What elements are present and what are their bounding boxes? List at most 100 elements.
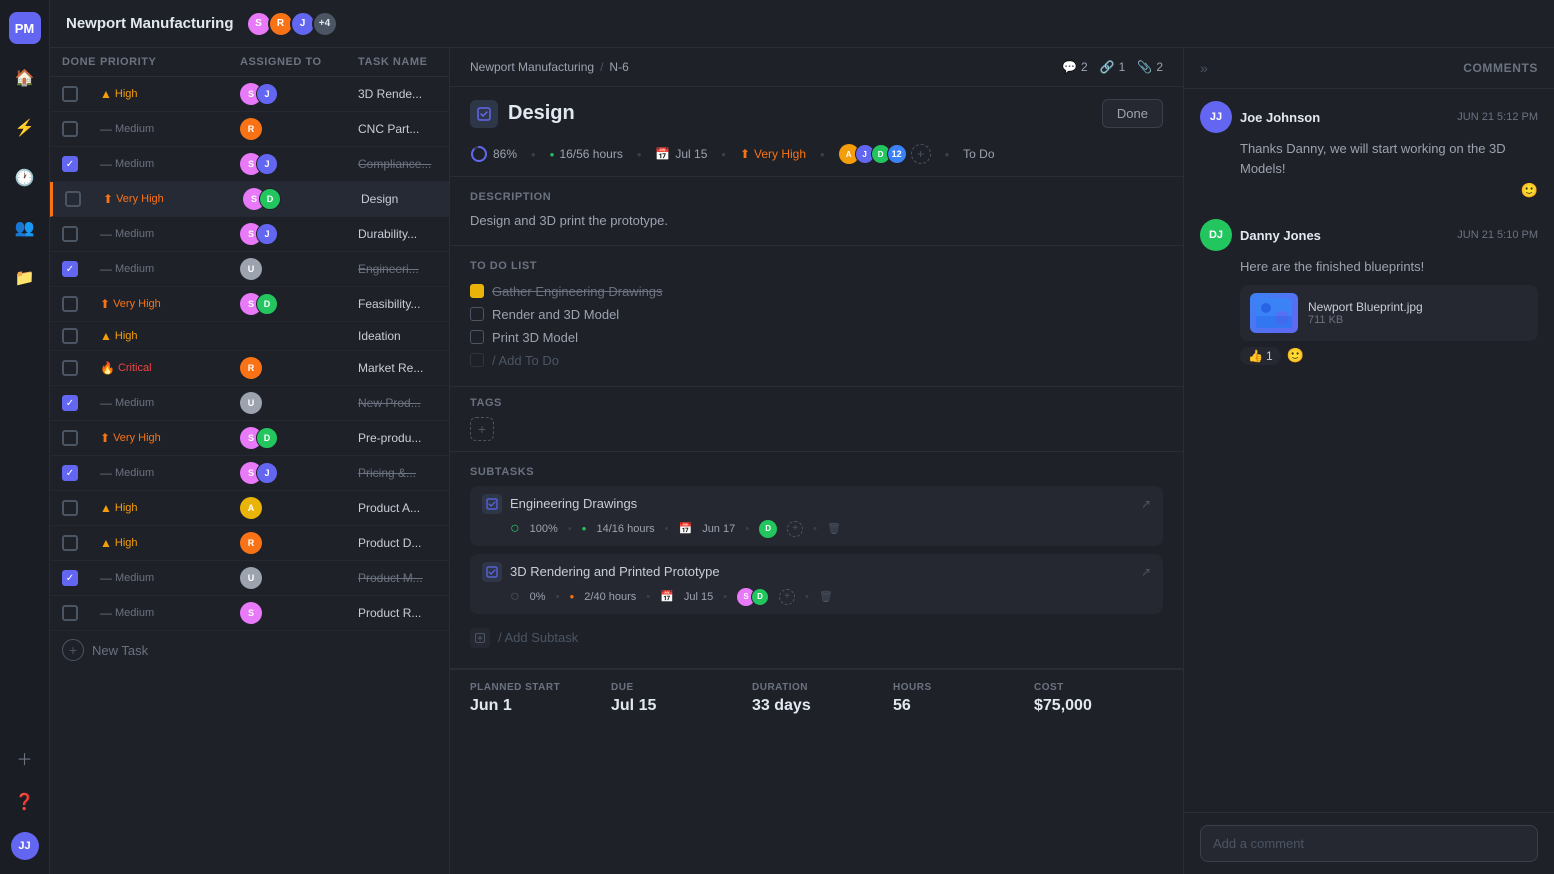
table-row[interactable]: — Medium R CNC Part... [50,112,449,147]
row-checkbox[interactable] [62,605,78,621]
table-row[interactable]: ⬆ Very High S D Design [50,182,449,217]
priority-icon: ⬆ [103,192,113,206]
task-name: Feasibility... [358,297,437,311]
todo-checkbox[interactable] [470,284,484,298]
subtask-external-link[interactable]: ↗ [1141,497,1151,511]
comment-header: DJ Danny Jones JUN 21 5:10 PM [1200,219,1538,251]
priority-badge: — Medium [100,262,232,276]
subtask-hours: 2/40 hours [584,591,636,603]
breadcrumb-task-id[interactable]: N-6 [609,60,628,74]
row-checkbox[interactable] [65,191,81,207]
row-checkbox[interactable] [62,226,78,242]
detail-title-row: Design Done [450,87,1183,136]
comment-input[interactable] [1200,825,1538,862]
row-checkbox[interactable] [62,535,78,551]
row-checkbox[interactable] [62,121,78,137]
comment-item: DJ Danny Jones JUN 21 5:10 PM Here are t… [1200,219,1538,365]
table-row[interactable]: ⬆ Very High S D Feasibility... [50,287,449,322]
add-tag-button[interactable]: + [470,417,494,441]
attachments-count[interactable]: 📎 2 [1137,60,1163,74]
calendar-icon-2: 📅 [678,522,692,535]
table-row[interactable]: ▲ High R Product D... [50,526,449,561]
sidebar-help[interactable]: ❓ [9,786,41,818]
table-row[interactable]: ▲ High Ideation [50,322,449,351]
assignee-avatar: S [240,602,262,624]
priority-arrow-icon: ⬆ [740,147,750,161]
row-checkbox[interactable]: ✓ [62,261,78,277]
done-button[interactable]: Done [1102,99,1163,128]
todo-checkbox[interactable] [470,330,484,344]
table-row[interactable]: ✓ — Medium S J Pricing &... [50,456,449,491]
priority-icon: — [100,262,112,276]
row-checkbox[interactable]: ✓ [62,156,78,172]
sidebar-user[interactable]: JJ [9,830,41,862]
reaction-thumbsup[interactable]: 👍 1 [1240,347,1281,365]
table-row[interactable]: — Medium S Product R... [50,596,449,631]
table-row[interactable]: — Medium S J Durability... [50,217,449,252]
links-count[interactable]: 🔗 1 [1100,60,1126,74]
add-todo-button[interactable]: / Add To Do [470,349,1163,372]
comments-title: COMMENTS [1463,61,1538,75]
task-name: Ideation [358,329,437,343]
subtask-delete-icon[interactable]: 🗑 [819,590,833,603]
assignee-avatars: S [240,602,350,624]
subtask-add-assignee[interactable]: + [787,521,803,537]
priority-icon: ▲ [100,87,112,101]
table-row[interactable]: 🔥 Critical R Market Re... [50,351,449,386]
priority-text: Medium [115,607,154,619]
sidebar-activity[interactable]: ⚡ [9,112,41,144]
sidebar-history[interactable]: 🕐 [9,162,41,194]
row-checkbox[interactable]: ✓ [62,395,78,411]
comments-count[interactable]: 💬 2 [1062,60,1088,74]
table-row[interactable]: ▲ High S J 3D Rende... [50,77,449,112]
sidebar-files[interactable]: 📁 [9,262,41,294]
sidebar-team[interactable]: 👥 [9,212,41,244]
task-name: 3D Rende... [358,87,437,101]
subtask-external-link[interactable]: ↗ [1141,565,1151,579]
col-assigned: ASSIGNED TO [240,56,350,68]
add-task-button[interactable]: + New Task [50,631,449,669]
breadcrumb-project[interactable]: Newport Manufacturing [470,60,594,74]
assignee-avatars: S J [240,83,350,105]
row-checkbox[interactable]: ✓ [62,570,78,586]
stat-duration-value: 33 days [752,697,881,715]
todo-checkbox[interactable] [470,307,484,321]
add-reaction-button[interactable]: 🙂 [1287,347,1304,364]
description-text: Design and 3D print the prototype. [470,211,1163,231]
comments-header: » COMMENTS [1184,48,1554,89]
add-assignee-button[interactable]: + [911,144,931,164]
table-row[interactable]: ✓ — Medium U Engineeri... [50,252,449,287]
row-checkbox[interactable] [62,430,78,446]
todo-item: Gather Engineering Drawings [470,280,1163,303]
add-subtask-button[interactable]: / Add Subtask [470,622,1163,654]
task-name: Product R... [358,606,437,620]
stat-due-value: Jul 15 [611,697,740,715]
assignee-avatar: U [240,392,262,414]
row-checkbox[interactable] [62,328,78,344]
add-reaction-button[interactable]: 🙂 [1521,182,1538,199]
table-row[interactable]: ✓ — Medium U Product M... [50,561,449,596]
table-row[interactable]: ✓ — Medium U New Prod... [50,386,449,421]
table-row[interactable]: ▲ High A Product A... [50,491,449,526]
row-checkbox[interactable] [62,500,78,516]
collapse-comments-button[interactable]: » [1200,60,1208,76]
row-checkbox[interactable] [62,360,78,376]
assignee-avatar: R [240,118,262,140]
col-task-name: TASK NAME [358,56,437,68]
priority-badge: — Medium [100,606,232,620]
row-checkbox[interactable]: ✓ [62,465,78,481]
subtask-add-assignee[interactable]: + [779,589,795,605]
table-row[interactable]: ⬆ Very High S D Pre-produ... [50,421,449,456]
subtask-delete-icon[interactable]: 🗑 [827,522,841,535]
task-type-icon [470,100,498,128]
assignees-group: A J D 12 + [839,144,931,164]
row-checkbox[interactable] [62,86,78,102]
sidebar-home[interactable]: 🏠 [9,62,41,94]
link-icon: 🔗 [1100,60,1115,74]
sidebar-add[interactable]: ＋ [9,742,41,774]
table-row[interactable]: ✓ — Medium S J Compliance... [50,147,449,182]
stat-hours: HOURS 56 [893,682,1022,715]
detail-header: Newport Manufacturing / N-6 💬 2 🔗 1 📎 [450,48,1183,87]
row-checkbox[interactable] [62,296,78,312]
due-date-value: Jul 15 [675,147,707,161]
